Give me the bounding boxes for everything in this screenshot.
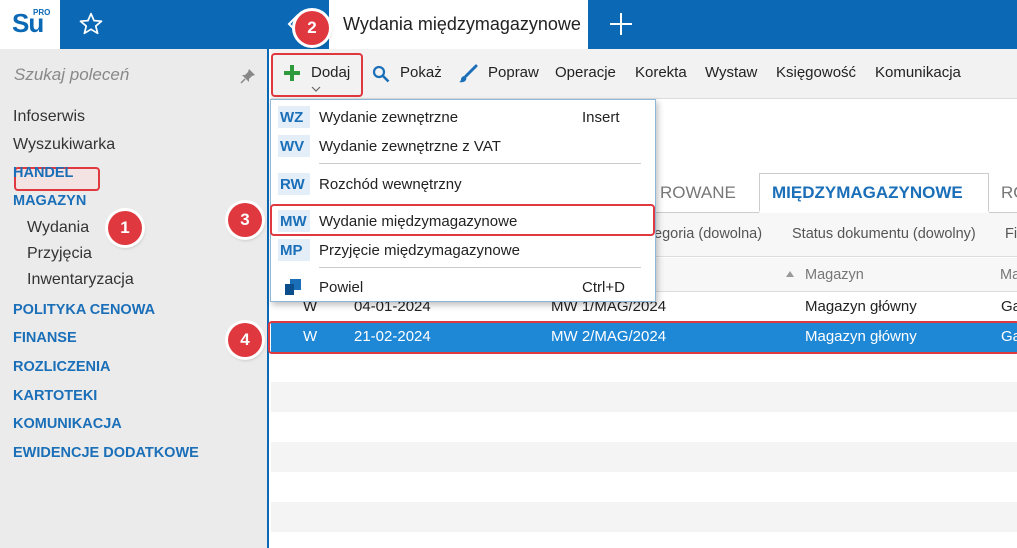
- sidebar-item-ewidencje-dodatkowe[interactable]: EWIDENCJE DODATKOWE: [13, 445, 199, 461]
- empty-row: [271, 382, 1017, 412]
- menu-code: WZ: [280, 109, 304, 126]
- sidebar-item-rozliczenia[interactable]: ROZLICZENIA: [13, 359, 110, 375]
- tab-wydania-miedzymagazynowe[interactable]: Wydania międzymagazynowe: [329, 0, 588, 49]
- ksiegowosc-button[interactable]: Księgowość: [776, 64, 856, 81]
- app-logo[interactable]: Su PRO: [0, 0, 60, 49]
- add-dropdown-menu: WZ Wydanie zewnętrzne Insert WV Wydanie …: [270, 99, 656, 302]
- menu-code: WV: [280, 138, 305, 155]
- sidebar-item-infoserwis[interactable]: Infoserwis: [13, 108, 85, 126]
- tab-next[interactable]: RO: [1001, 183, 1017, 203]
- top-bar: Su PRO Wydania międzymagazynowe: [0, 0, 1017, 49]
- tab-rowane[interactable]: ROWANE: [660, 183, 736, 203]
- menu-separator: [319, 163, 641, 164]
- wystaw-button[interactable]: Wystaw: [705, 64, 757, 81]
- menu-item-rw[interactable]: RW Rozchód wewnętrzny: [271, 169, 655, 199]
- sidebar-item-komunikacja[interactable]: KOMUNIKACJA: [13, 416, 122, 432]
- sidebar-item-wyszukiwarka[interactable]: Wyszukiwarka: [13, 136, 115, 154]
- step-badge-3: 3: [228, 203, 262, 237]
- dodaj-highlight: [271, 53, 363, 97]
- sidebar-item-finanse[interactable]: FINANSE: [13, 330, 77, 346]
- duplicate-icon: [285, 279, 301, 295]
- operacje-button[interactable]: Operacje: [555, 64, 616, 81]
- korekta-button[interactable]: Korekta: [635, 64, 687, 81]
- more-filter[interactable]: Fi: [1005, 226, 1017, 242]
- menu-label: Przyjęcie międzymagazynowe: [319, 242, 520, 259]
- sidebar-item-wydania[interactable]: Wydania: [27, 219, 89, 237]
- empty-row: [271, 442, 1017, 472]
- menu-separator: [319, 267, 641, 268]
- sidebar-item-przyjecia[interactable]: Przyjęcia: [27, 245, 92, 263]
- category-filter[interactable]: tegoria (dowolna): [650, 226, 762, 242]
- menu-item-powiel[interactable]: Powiel Ctrl+D: [271, 272, 655, 302]
- sidebar-item-magazyn[interactable]: MAGAZYN: [13, 193, 86, 209]
- command-search-input[interactable]: Szukaj poleceń: [14, 65, 129, 85]
- sidebar-item-polityka-cenowa[interactable]: POLITYKA CENOWA: [13, 302, 155, 318]
- brush-icon: [459, 64, 478, 83]
- komunikacja-button[interactable]: Komunikacja: [875, 64, 961, 81]
- star-icon[interactable]: [78, 11, 104, 37]
- sort-asc-icon[interactable]: [785, 270, 795, 278]
- tab-miedzymagazynowe[interactable]: MIĘDZYMAGAZYNOWE: [772, 183, 963, 203]
- step-badge-1: 1: [108, 211, 142, 245]
- logo-sup: PRO: [33, 8, 51, 17]
- step-badge-4: 4: [228, 323, 262, 357]
- mw-highlight: [270, 204, 655, 236]
- pin-icon[interactable]: [240, 68, 256, 84]
- menu-item-mp[interactable]: MP Przyjęcie międzymagazynowe: [271, 235, 655, 265]
- menu-label: Rozchód wewnętrzny: [319, 176, 462, 193]
- menu-code: RW: [280, 176, 305, 193]
- step-badge-2: 2: [295, 11, 329, 45]
- menu-shortcut: Insert: [582, 109, 620, 126]
- menu-shortcut: Ctrl+D: [582, 279, 625, 296]
- sidebar-item-kartoteki[interactable]: KARTOTEKI: [13, 388, 97, 404]
- sidebar-item-handel[interactable]: HANDEL: [13, 165, 73, 181]
- search-icon: [372, 65, 390, 83]
- status-filter[interactable]: Status dokumentu (dowolny): [792, 226, 976, 242]
- menu-item-wz[interactable]: WZ Wydanie zewnętrzne Insert: [271, 102, 655, 132]
- menu-label: Powiel: [319, 279, 364, 296]
- cell-extra: Ga: [1001, 298, 1017, 315]
- cell-warehouse: Magazyn główny: [805, 298, 917, 315]
- menu-label: Wydanie zewnętrzne z VAT: [319, 138, 501, 155]
- pokaz-button[interactable]: Pokaż: [400, 64, 442, 81]
- menu-item-wv[interactable]: WV Wydanie zewnętrzne z VAT: [271, 131, 655, 161]
- sidebar-item-inwentaryzacja[interactable]: Inwentaryzacja: [27, 271, 134, 289]
- menu-code: MP: [280, 242, 303, 259]
- popraw-button[interactable]: Popraw: [488, 64, 539, 81]
- column-more[interactable]: Ma: [1000, 267, 1017, 283]
- add-tab-icon[interactable]: [608, 11, 634, 37]
- row-highlight: [268, 321, 1017, 354]
- column-magazyn[interactable]: Magazyn: [805, 267, 864, 283]
- menu-label: Wydanie zewnętrzne: [319, 109, 459, 126]
- empty-row: [271, 502, 1017, 532]
